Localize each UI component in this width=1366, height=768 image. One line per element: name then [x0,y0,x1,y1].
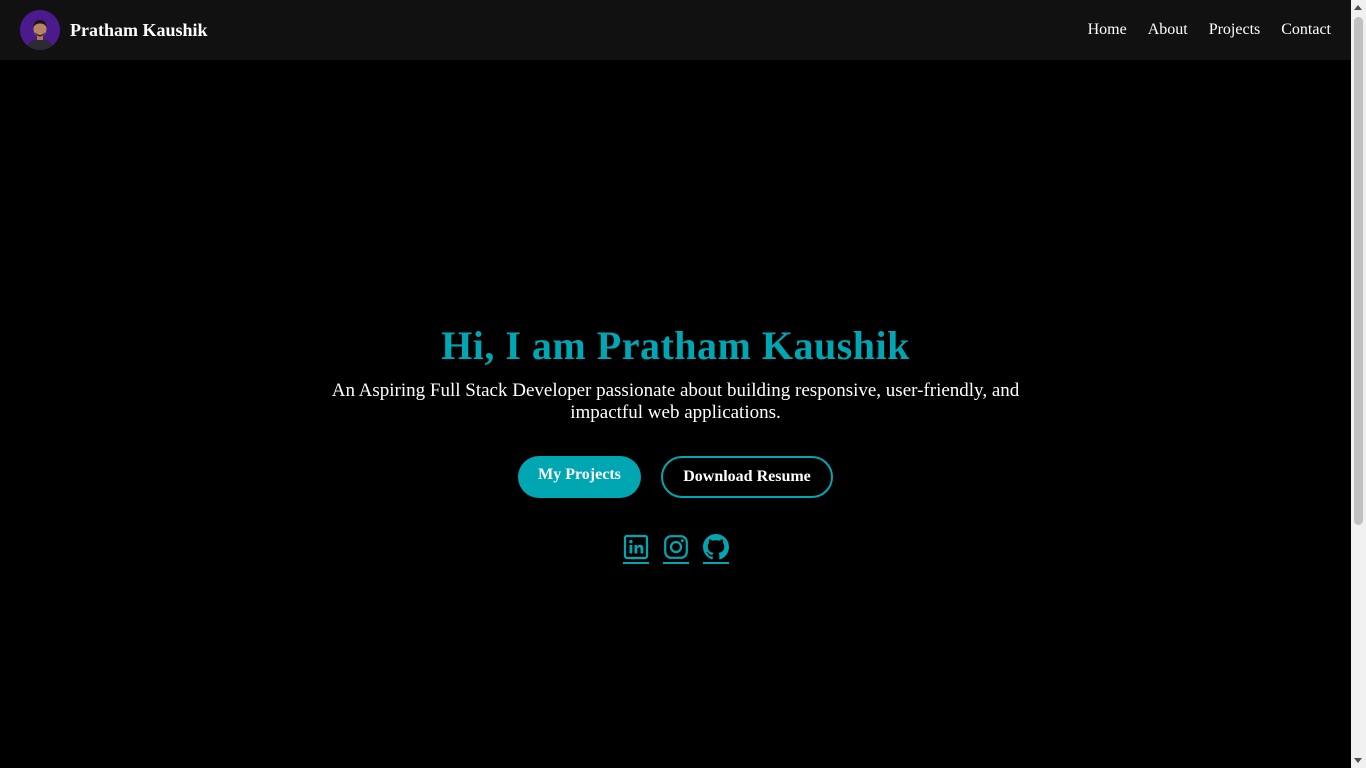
my-projects-button[interactable]: My Projects [518,456,641,498]
instagram-icon [663,534,689,560]
scroll-down-arrow-icon[interactable] [1354,758,1362,763]
nav-menu: Home About Projects Contact [1067,0,1331,60]
social-links [616,534,736,564]
page: Pratham Kaushik Home About Projects Cont… [0,0,1366,768]
brand-link[interactable]: Pratham Kaushik [20,10,208,50]
scrollbar[interactable] [1351,0,1366,768]
hero-title: Hi, I am Pratham Kaushik [441,323,910,368]
avatar [20,10,60,50]
nav-link-home[interactable]: Home [1088,21,1127,39]
linkedin-icon [623,534,649,560]
nav-link-about[interactable]: About [1148,21,1188,39]
hero-buttons: My Projects Download Resume [518,456,833,498]
scroll-up-arrow-icon[interactable] [1354,5,1362,10]
brand-name: Pratham Kaushik [70,19,208,40]
navbar: Pratham Kaushik Home About Projects Cont… [0,0,1351,60]
linkedin-link[interactable] [622,534,649,564]
instagram-link[interactable] [662,534,689,564]
nav-link-projects[interactable]: Projects [1209,21,1261,39]
github-icon [702,534,729,560]
nav-link-contact[interactable]: Contact [1281,21,1331,39]
github-link[interactable] [702,534,729,564]
download-resume-button[interactable]: Download Resume [661,456,833,498]
scrollbar-thumb[interactable] [1354,17,1363,525]
hero-subtitle: An Aspiring Full Stack Developer passion… [331,380,1020,423]
hero-section: Hi, I am Pratham Kaushik An Aspiring Ful… [0,60,1351,768]
